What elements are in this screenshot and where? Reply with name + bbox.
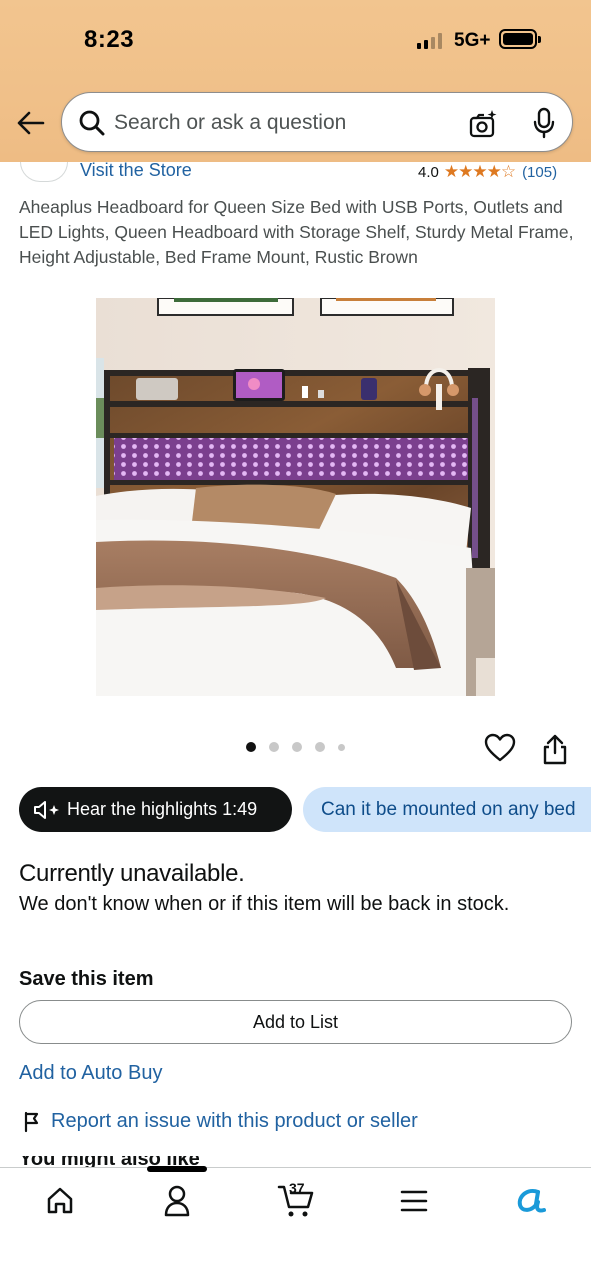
home-icon <box>47 1187 73 1214</box>
visit-store-link[interactable]: Visit the Store <box>80 160 192 181</box>
image-carousel-dots[interactable] <box>246 742 345 752</box>
search-input[interactable] <box>114 109 444 137</box>
nav-account[interactable] <box>157 1181 197 1221</box>
nav-home[interactable] <box>40 1181 80 1221</box>
carousel-dot-active[interactable] <box>246 742 256 752</box>
rating-value: 4.0 <box>418 163 439 181</box>
star-rating-icon: ★★★★☆ <box>443 162 516 181</box>
rating-count[interactable]: (105) <box>522 164 557 181</box>
suggested-question-label: Can it be mounted on any bed <box>321 798 576 820</box>
back-button[interactable] <box>14 106 48 140</box>
product-photo <box>96 298 495 696</box>
save-item-heading: Save this item <box>19 968 154 990</box>
speaker-sparkle-icon <box>34 800 59 819</box>
header: 8:23 5G+ <box>0 0 591 162</box>
rufus-icon <box>517 1189 546 1213</box>
report-issue-link[interactable]: Report an issue with this product or sel… <box>22 1110 418 1133</box>
scroll-indicator <box>147 1166 207 1172</box>
carousel-dot[interactable] <box>269 742 279 752</box>
hear-highlights-label: Hear the highlights 1:49 <box>67 799 258 819</box>
cart-count-badge: 37 <box>289 1180 305 1196</box>
heart-icon[interactable] <box>484 733 516 763</box>
availability-message: We don't know when or if this item will … <box>19 893 510 915</box>
network-label: 5G+ <box>454 30 491 51</box>
menu-icon <box>400 1190 428 1212</box>
search-icon <box>79 110 105 136</box>
suggested-question-pill[interactable]: Can it be mounted on any bed <box>303 787 591 832</box>
microphone-icon[interactable] <box>530 107 558 139</box>
rating-summary[interactable]: 4.0 ★★★★☆ (105) <box>418 162 557 182</box>
battery-icon <box>499 29 541 49</box>
store-logo[interactable] <box>20 162 68 182</box>
nav-rufus[interactable] <box>511 1181 551 1221</box>
product-image[interactable] <box>96 298 495 696</box>
back-arrow-icon <box>17 111 45 135</box>
share-icon[interactable] <box>541 733 569 765</box>
flag-icon <box>24 1111 39 1132</box>
add-to-auto-buy-link[interactable]: Add to Auto Buy <box>19 1062 162 1085</box>
account-icon <box>164 1185 190 1217</box>
hear-highlights-button[interactable]: Hear the highlights 1:49 <box>19 787 292 832</box>
report-issue-label: Report an issue with this product or sel… <box>51 1110 418 1132</box>
status-time: 8:23 <box>84 26 135 53</box>
carousel-dot[interactable] <box>315 742 325 752</box>
search-bar[interactable] <box>61 92 573 152</box>
nav-menu[interactable] <box>394 1181 434 1221</box>
availability-status: Currently unavailable. <box>19 860 245 887</box>
product-title: Aheaplus Headboard for Queen Size Bed wi… <box>19 197 574 267</box>
camera-search-icon[interactable] <box>467 108 499 140</box>
carousel-dot[interactable] <box>292 742 302 752</box>
cellular-signal-icon <box>417 33 442 49</box>
carousel-dot[interactable] <box>338 743 345 751</box>
add-to-list-button[interactable]: Add to List <box>19 1000 572 1044</box>
